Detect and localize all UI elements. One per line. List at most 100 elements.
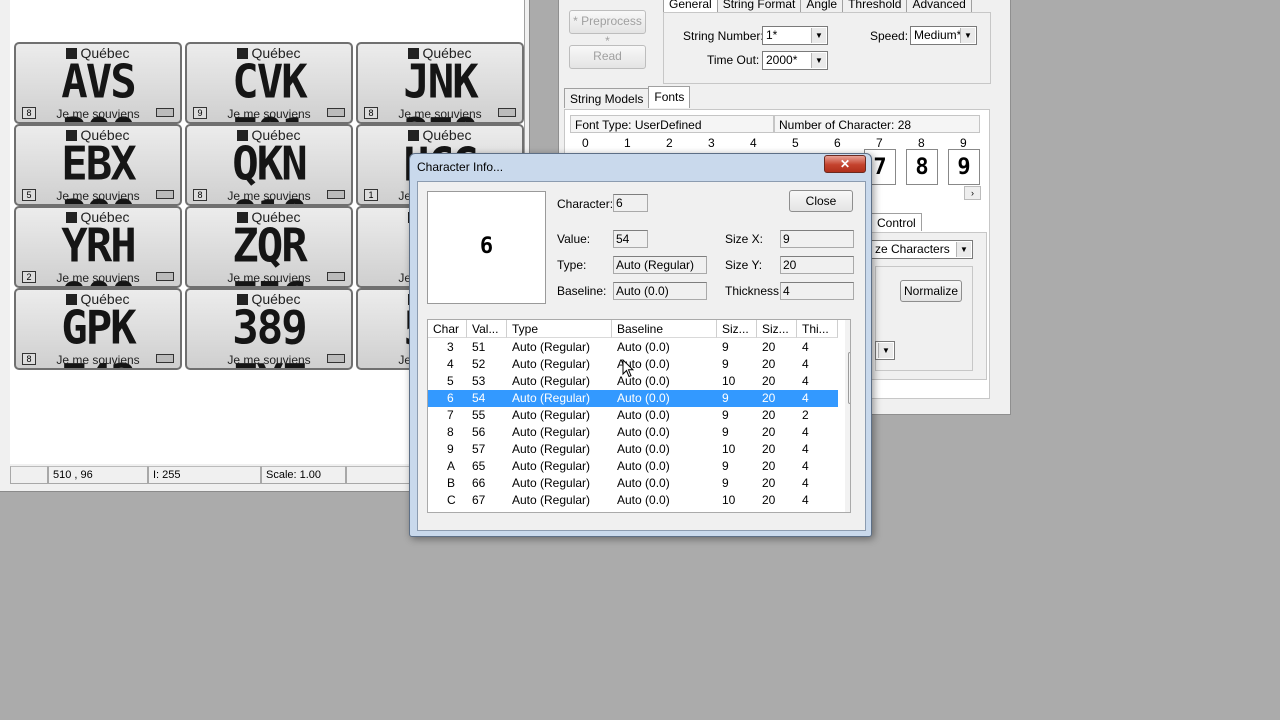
table-row[interactable]: 9 57 Auto (Regular) Auto (0.0) 10 20 4 — [428, 441, 838, 458]
plate-tag — [156, 272, 174, 281]
normalize-button[interactable]: Normalize — [900, 280, 962, 302]
glyph-index-label: 0 — [582, 136, 589, 150]
table-row[interactable]: 6 54 Auto (Regular) Auto (0.0) 9 20 4 — [428, 390, 838, 407]
preprocess-button[interactable]: * Preprocess * — [569, 10, 646, 48]
plate-tag — [156, 354, 174, 363]
chevron-down-icon: ▼ — [960, 28, 975, 43]
column-header-thickness[interactable]: Thi... — [797, 320, 838, 338]
character-label: Character: — [557, 197, 614, 211]
chevron-down-icon: ▼ — [811, 28, 826, 43]
table-cell: 7 — [447, 408, 454, 422]
table-row[interactable]: 8 56 Auto (Regular) Auto (0.0) 9 20 4 — [428, 424, 838, 441]
table-cell: 3 — [447, 340, 454, 354]
vertical-scrollbar[interactable]: ▲ ≡ ▼ — [845, 320, 850, 512]
plate-tag — [327, 354, 345, 363]
column-header-baseline[interactable]: Baseline — [612, 320, 717, 338]
font-type: Font Type: UserDefined — [570, 115, 774, 133]
baseline-field[interactable]: Auto (0.0) — [613, 282, 707, 300]
license-plate: QuébecAVS 300Je me souviens8 — [14, 42, 182, 124]
character-table[interactable]: Char Val... Type Baseline Siz... Siz... … — [427, 319, 851, 513]
table-cell: Auto (0.0) — [617, 340, 670, 354]
plate-tag — [156, 190, 174, 199]
value-label: Value: — [557, 232, 591, 246]
table-cell: Auto (0.0) — [617, 493, 670, 507]
table-cell: Auto (Regular) — [512, 493, 591, 507]
table-cell: Auto (Regular) — [512, 391, 591, 405]
glyph-9[interactable]: 9 — [948, 149, 980, 185]
table-row[interactable]: 7 55 Auto (Regular) Auto (0.0) 9 20 2 — [428, 407, 838, 424]
sizex-label: Size X: — [725, 232, 764, 246]
speed-label: Speed: — [870, 29, 909, 43]
table-cell: 20 — [762, 442, 776, 456]
table-cell: 10 — [722, 493, 736, 507]
close-icon[interactable]: ✕ — [824, 155, 866, 173]
glyph-8[interactable]: 8 — [906, 149, 938, 185]
table-cell: 4 — [802, 425, 809, 439]
glyph-index-label: 2 — [666, 136, 673, 150]
small-combo[interactable]: ▼ — [875, 341, 895, 360]
table-row[interactable]: B 66 Auto (Regular) Auto (0.0) 9 20 4 — [428, 475, 838, 492]
table-cell: Auto (Regular) — [512, 425, 591, 439]
column-header-char[interactable]: Char — [428, 320, 467, 338]
thickness-field[interactable]: 4 — [780, 282, 854, 300]
table-row[interactable]: 3 51 Auto (Regular) Auto (0.0) 9 20 4 — [428, 339, 838, 356]
table-cell: 20 — [762, 408, 776, 422]
read-button[interactable]: Read — [569, 45, 646, 69]
status-intensity: I: 255 — [148, 466, 261, 484]
table-cell: Auto (0.0) — [617, 442, 670, 456]
column-header-type[interactable]: Type — [507, 320, 612, 338]
value-field[interactable]: 54 — [613, 230, 648, 248]
table-cell: 20 — [762, 459, 776, 473]
type-field[interactable]: Auto (Regular) — [613, 256, 707, 274]
glyph-index-label: 7 — [876, 136, 883, 150]
scrollbar-thumb[interactable]: ≡ — [848, 352, 850, 404]
baseline-label: Baseline: — [557, 284, 607, 298]
table-cell: 67 — [472, 493, 486, 507]
plate-tag — [327, 272, 345, 281]
string-number-combo[interactable]: 1* ▼ — [762, 26, 828, 45]
speed-value: Medium* — [914, 28, 962, 42]
table-cell: 9 — [722, 340, 729, 354]
table-cell: 20 — [762, 476, 776, 490]
scroll-down-icon[interactable]: ▼ — [849, 500, 850, 509]
table-cell: 9 — [722, 357, 729, 371]
sizey-label: Size Y: — [725, 258, 763, 272]
table-cell: 66 — [472, 476, 486, 490]
table-row[interactable]: C 67 Auto (Regular) Auto (0.0) 10 20 4 — [428, 492, 838, 509]
number-of-characters: Number of Character: 28 — [774, 115, 980, 133]
table-row[interactable]: A 65 Auto (Regular) Auto (0.0) 9 20 4 — [428, 458, 838, 475]
license-plate: QuébecQKN 918Je me souviens8 — [185, 124, 353, 206]
table-cell: 10 — [722, 374, 736, 388]
table-cell: 65 — [472, 459, 486, 473]
tab-string-models[interactable]: String Models — [564, 88, 650, 108]
speed-combo[interactable]: Medium* ▼ — [910, 26, 977, 45]
general-group — [663, 12, 991, 84]
table-cell: 9 — [722, 459, 729, 473]
table-cell: Auto (Regular) — [512, 408, 591, 422]
tab-control[interactable]: Control — [871, 213, 922, 231]
table-cell: Auto (0.0) — [617, 476, 670, 490]
table-cell: 20 — [762, 391, 776, 405]
plate-sticker: 5 — [22, 189, 36, 201]
plate-sticker: 2 — [22, 271, 36, 283]
table-cell: 4 — [802, 476, 809, 490]
scroll-right-icon[interactable]: › — [964, 186, 981, 200]
character-preview: 6 — [427, 191, 546, 304]
sizex-field[interactable]: 9 — [780, 230, 854, 248]
plate-sticker: 8 — [193, 189, 207, 201]
close-button[interactable]: Close — [789, 190, 853, 212]
table-header: Char Val... Type Baseline Siz... Siz... … — [428, 320, 838, 338]
scroll-up-icon[interactable]: ▲ — [849, 322, 850, 331]
normalize-combo[interactable]: ze Characters ▼ — [871, 240, 973, 259]
character-field[interactable]: 6 — [613, 194, 648, 212]
timeout-label: Time Out: — [707, 53, 760, 67]
table-cell: 5 — [447, 374, 454, 388]
tab-fonts[interactable]: Fonts — [648, 86, 691, 108]
type-label: Type: — [557, 258, 587, 272]
sizey-field[interactable]: 20 — [780, 256, 854, 274]
column-header-sizey[interactable]: Siz... — [757, 320, 797, 338]
timeout-combo[interactable]: 2000* ▼ — [762, 51, 828, 70]
column-header-value[interactable]: Val... — [467, 320, 507, 338]
glyph-index-label: 5 — [792, 136, 799, 150]
column-header-sizex[interactable]: Siz... — [717, 320, 757, 338]
